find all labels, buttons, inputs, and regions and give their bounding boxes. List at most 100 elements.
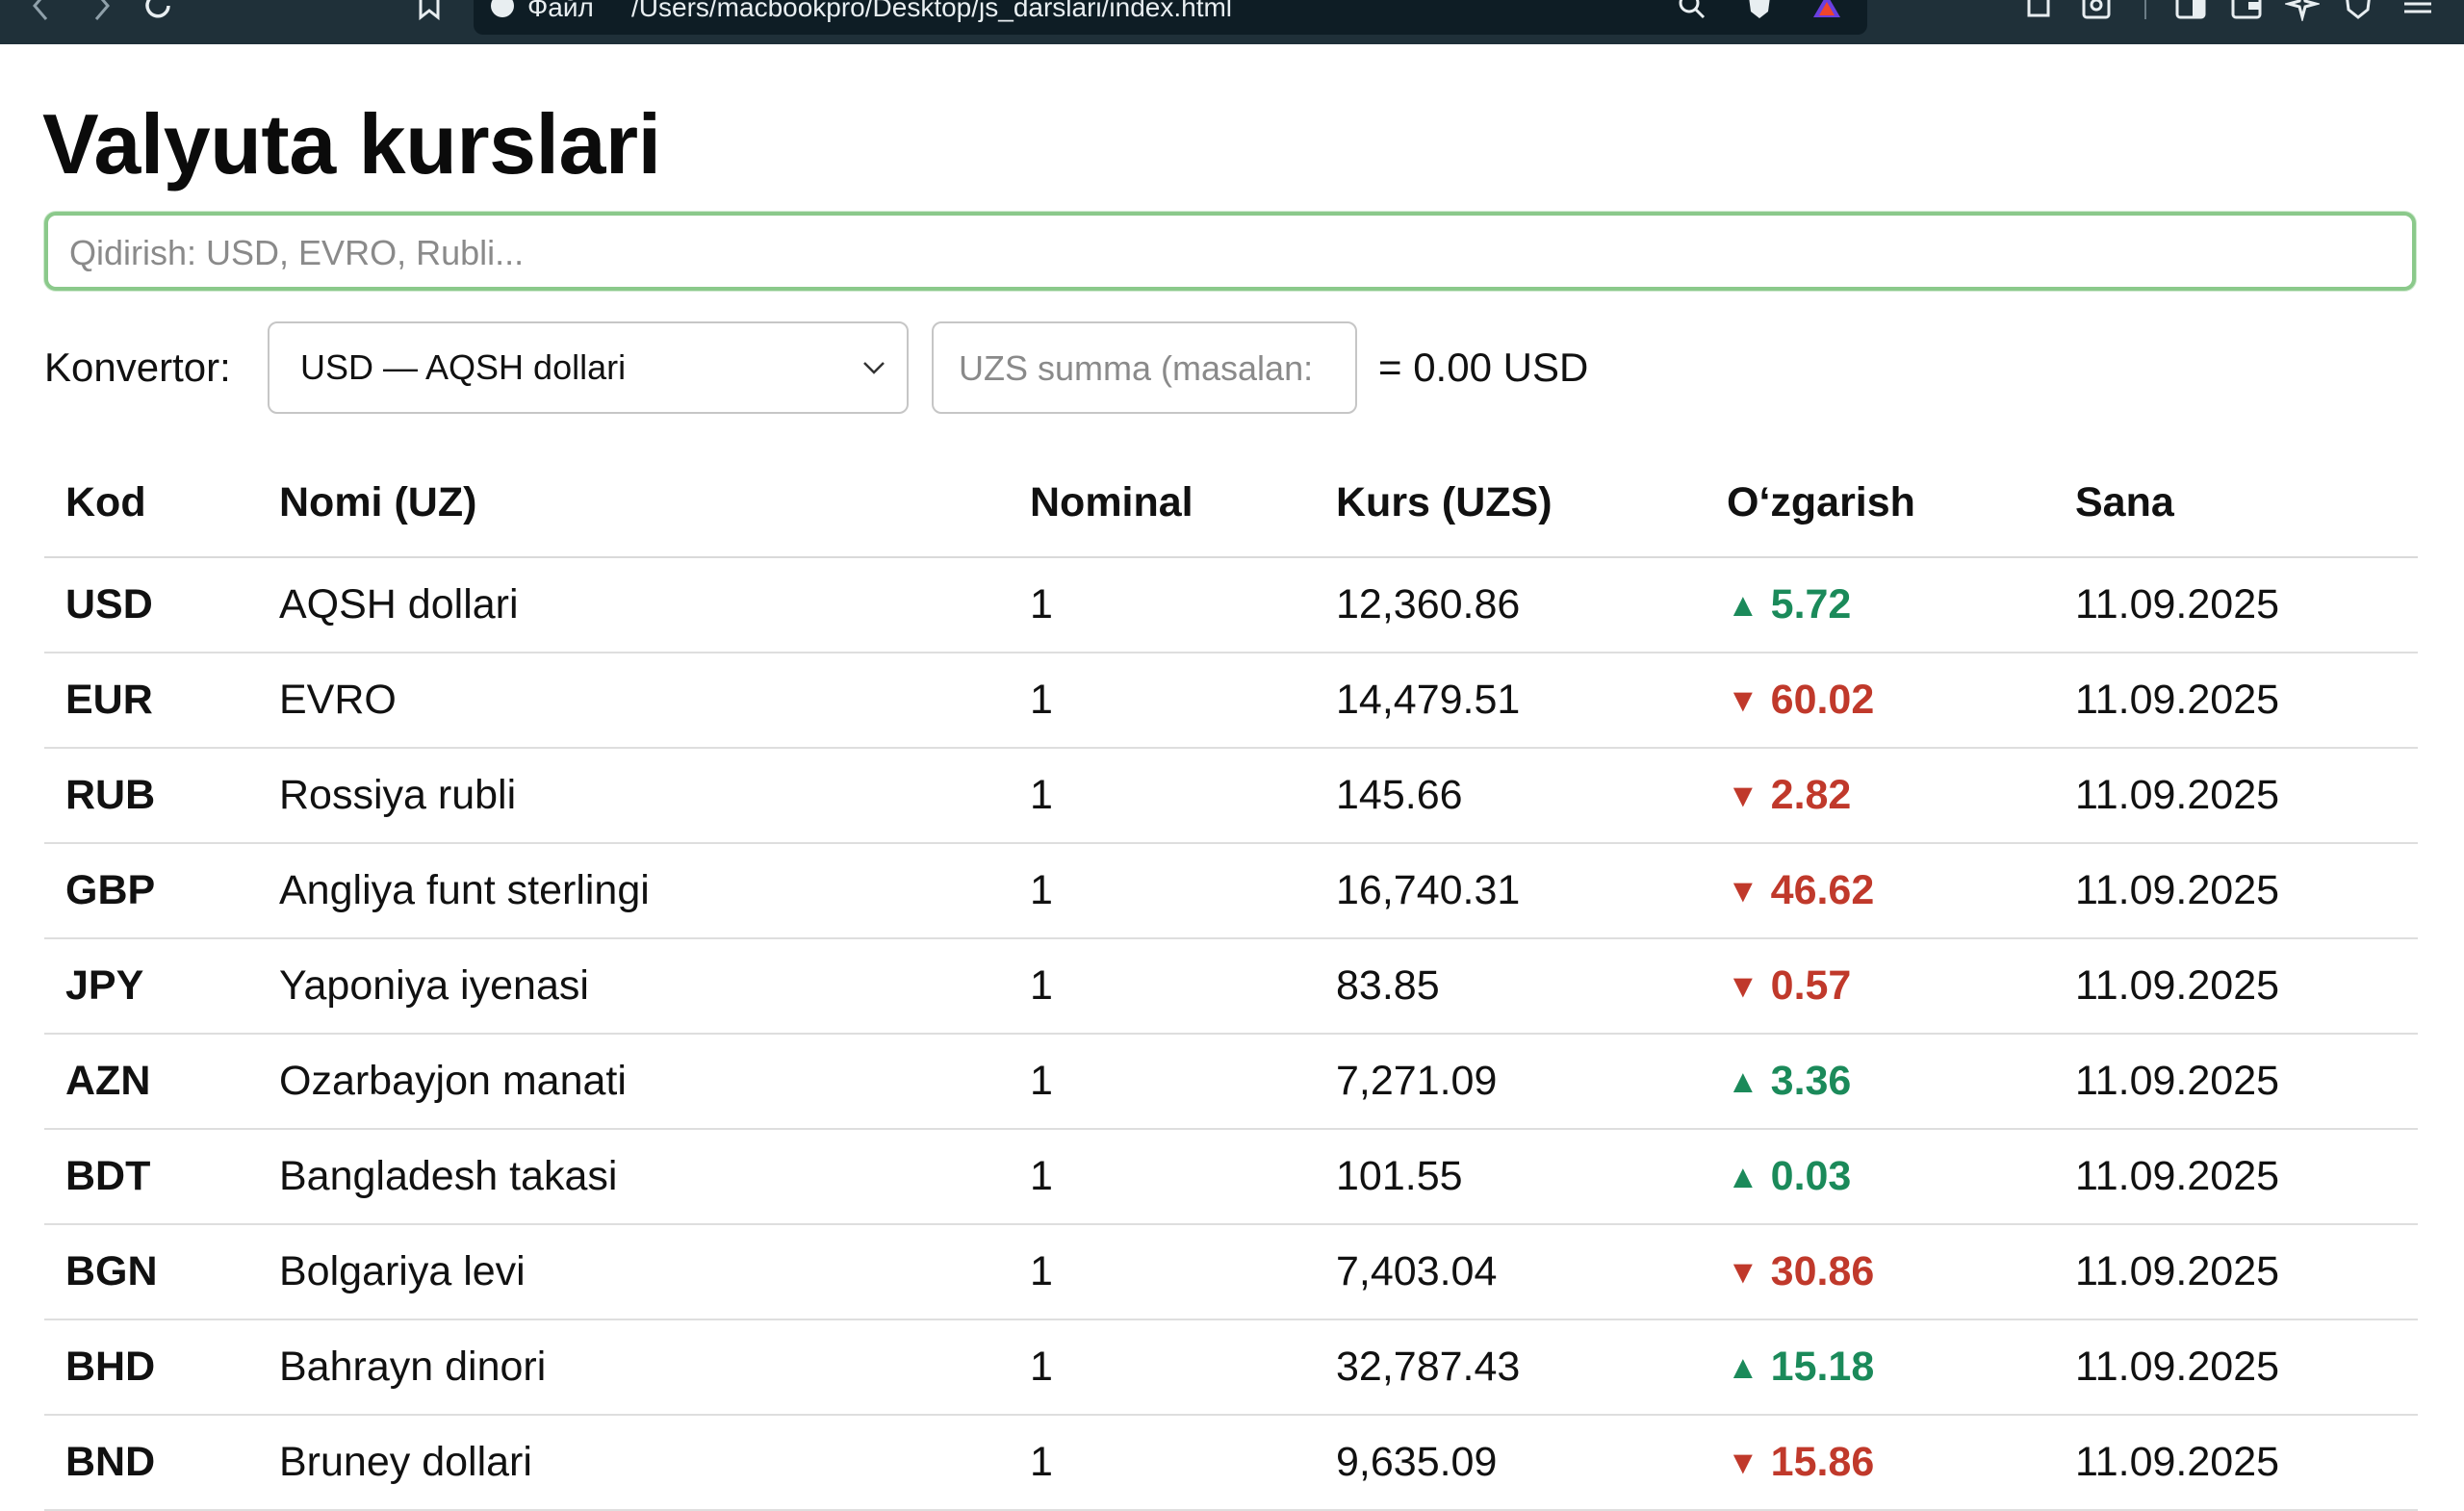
change-amount: 3.36 (1770, 1058, 1852, 1104)
cell-rate: 101.55 (1315, 1129, 1706, 1225)
info-icon[interactable] (491, 0, 514, 17)
chevron-right-icon (94, 0, 110, 20)
sidebar-icon[interactable] (2173, 0, 2208, 21)
cell-change: ▼ 46.62 (1706, 843, 2054, 939)
cell-nominal: 1 (1009, 938, 1315, 1035)
header-code[interactable]: Kod (44, 448, 258, 558)
converter-label: Konvertor: (44, 345, 231, 390)
change-value: ▼ 15.86 (1727, 1439, 1874, 1485)
table-row: BGN Bolgariya levi 1 7,403.04 ▼ 30.86 11.09.20… (44, 1224, 2418, 1320)
header-change[interactable]: O‘zgarish (1706, 448, 2054, 558)
table-row: JPY Yaponiya iyenasi 1 83.85 ▼ 0.57 11.09.2025 (44, 938, 2418, 1035)
cell-date: 11.09.2025 (2054, 1224, 2418, 1320)
cell-change: ▲ 0.03 (1706, 1129, 2054, 1225)
cell-rate: 16,740.31 (1315, 843, 1706, 939)
cell-name: Ozarbayjon manati (258, 1034, 1009, 1130)
cell-nominal: 1 (1009, 843, 1315, 939)
cell-date: 11.09.2025 (2054, 843, 2418, 939)
back-button[interactable] (23, 0, 62, 25)
rates-table-body: USD AQSH dollari 1 12,360.86 ▲ 5.72 11.09.2025… (44, 557, 2418, 1511)
cell-name: Rossiya rubli (258, 748, 1009, 844)
reload-button[interactable] (139, 0, 177, 25)
cell-code: BDT (44, 1129, 258, 1225)
cell-rate: 32,787.43 (1315, 1319, 1706, 1416)
zoom-icon[interactable] (1677, 0, 1707, 21)
cell-code: BND (44, 1415, 258, 1511)
search-input[interactable] (67, 225, 2381, 281)
header-date[interactable]: Sana (2054, 448, 2418, 558)
cell-code: GBP (44, 843, 258, 939)
table-row: BDT Bangladesh takasi 1 101.55 ▲ 0.03 11.09.20… (44, 1129, 2418, 1225)
extensions-icon[interactable] (2021, 0, 2056, 21)
address-bar[interactable]: Файл /Users/macbookpro/Desktop/js_darsla… (474, 0, 1867, 35)
cell-rate: 7,271.09 (1315, 1034, 1706, 1130)
table-row: BND Bruney dollari 1 9,635.09 ▼ 15.86 11.09.20… (44, 1415, 2418, 1511)
change-value: ▲ 3.36 (1727, 1058, 1851, 1104)
change-value: ▼ 46.62 (1727, 867, 1874, 913)
forward-button[interactable] (81, 0, 119, 25)
table-row: AZN Ozarbayjon manati 1 7,271.09 ▲ 3.36 11.09.… (44, 1034, 2418, 1130)
brave-shield-icon[interactable] (1744, 0, 1775, 21)
header-nominal[interactable]: Nominal (1009, 448, 1315, 558)
cell-code: RUB (44, 748, 258, 844)
change-amount: 60.02 (1770, 677, 1875, 723)
amount-field[interactable] (932, 321, 1357, 414)
cell-name: AQSH dollari (258, 557, 1009, 653)
cell-change: ▲ 15.18 (1706, 1319, 2054, 1416)
menu-icon[interactable] (2400, 0, 2435, 21)
change-amount: 2.82 (1770, 772, 1852, 818)
amount-input[interactable] (957, 345, 1326, 393)
cell-date: 11.09.2025 (2054, 653, 2418, 749)
cell-rate: 83.85 (1315, 938, 1706, 1035)
triangle-down-icon: ▼ (1727, 1254, 1759, 1291)
cell-date: 11.09.2025 (2054, 557, 2418, 653)
search-box[interactable] (44, 212, 2416, 291)
brave-rewards-icon[interactable] (1811, 0, 1842, 21)
cell-name: Bolgariya levi (258, 1224, 1009, 1320)
cell-rate: 9,635.09 (1315, 1415, 1706, 1511)
wallet-icon[interactable] (2229, 0, 2264, 21)
bookmark-button[interactable] (412, 0, 447, 21)
triangle-down-icon: ▼ (1727, 682, 1759, 719)
cell-date: 11.09.2025 (2054, 938, 2418, 1035)
converter-result: = 0.00 USD (1378, 345, 1589, 390)
change-value: ▼ 2.82 (1727, 772, 1851, 818)
cell-code: JPY (44, 938, 258, 1035)
currency-select[interactable]: USD — AQSH dollari (268, 321, 909, 414)
change-amount: 5.72 (1770, 581, 1852, 627)
page-content: Valyuta kurslari Konvertor: USD — AQSH d… (0, 44, 2464, 1511)
cell-nominal: 1 (1009, 1224, 1315, 1320)
chevron-down-icon (863, 362, 885, 374)
table-row: BHD Bahrayn dinori 1 32,787.43 ▲ 15.18 11.09.2… (44, 1319, 2418, 1416)
change-amount: 15.86 (1770, 1439, 1875, 1485)
url-text[interactable]: /Users/macbookpro/Desktop/js_darslari/in… (631, 0, 1232, 21)
triangle-down-icon: ▼ (1727, 968, 1759, 1005)
file-label: Файл (527, 0, 594, 22)
cell-nominal: 1 (1009, 557, 1315, 653)
change-amount: 30.86 (1770, 1248, 1875, 1294)
cell-rate: 145.66 (1315, 748, 1706, 844)
screenshot-icon[interactable] (2079, 0, 2114, 21)
cell-name: EVRO (258, 653, 1009, 749)
change-amount: 0.03 (1770, 1153, 1852, 1199)
cell-change: ▼ 60.02 (1706, 653, 2054, 749)
cell-nominal: 1 (1009, 1129, 1315, 1225)
table-row: EUR EVRO 1 14,479.51 ▼ 60.02 11.09.2025 (44, 653, 2418, 749)
change-value: ▼ 60.02 (1727, 677, 1874, 723)
cell-change: ▼ 0.57 (1706, 938, 2054, 1035)
triangle-up-icon: ▲ (1727, 1349, 1759, 1386)
chevron-left-icon (33, 0, 48, 20)
vpn-icon[interactable] (2341, 0, 2375, 21)
ai-assistant-icon[interactable] (2285, 0, 2320, 21)
currency-select-value: USD — AQSH dollari (300, 347, 627, 387)
rates-table: Kod Nomi (UZ) Nominal Kurs (UZS) O‘zgari… (44, 448, 2418, 1511)
triangle-up-icon: ▲ (1727, 587, 1759, 624)
cell-nominal: 1 (1009, 1319, 1315, 1416)
cell-change: ▲ 3.36 (1706, 1034, 2054, 1130)
change-value: ▼ 0.57 (1727, 962, 1851, 1009)
header-rate[interactable]: Kurs (UZS) (1315, 448, 1706, 558)
header-name[interactable]: Nomi (UZ) (258, 448, 1009, 558)
cell-name: Bangladesh takasi (258, 1129, 1009, 1225)
cell-name: Yaponiya iyenasi (258, 938, 1009, 1035)
table-row: USD AQSH dollari 1 12,360.86 ▲ 5.72 11.09.2025 (44, 557, 2418, 653)
